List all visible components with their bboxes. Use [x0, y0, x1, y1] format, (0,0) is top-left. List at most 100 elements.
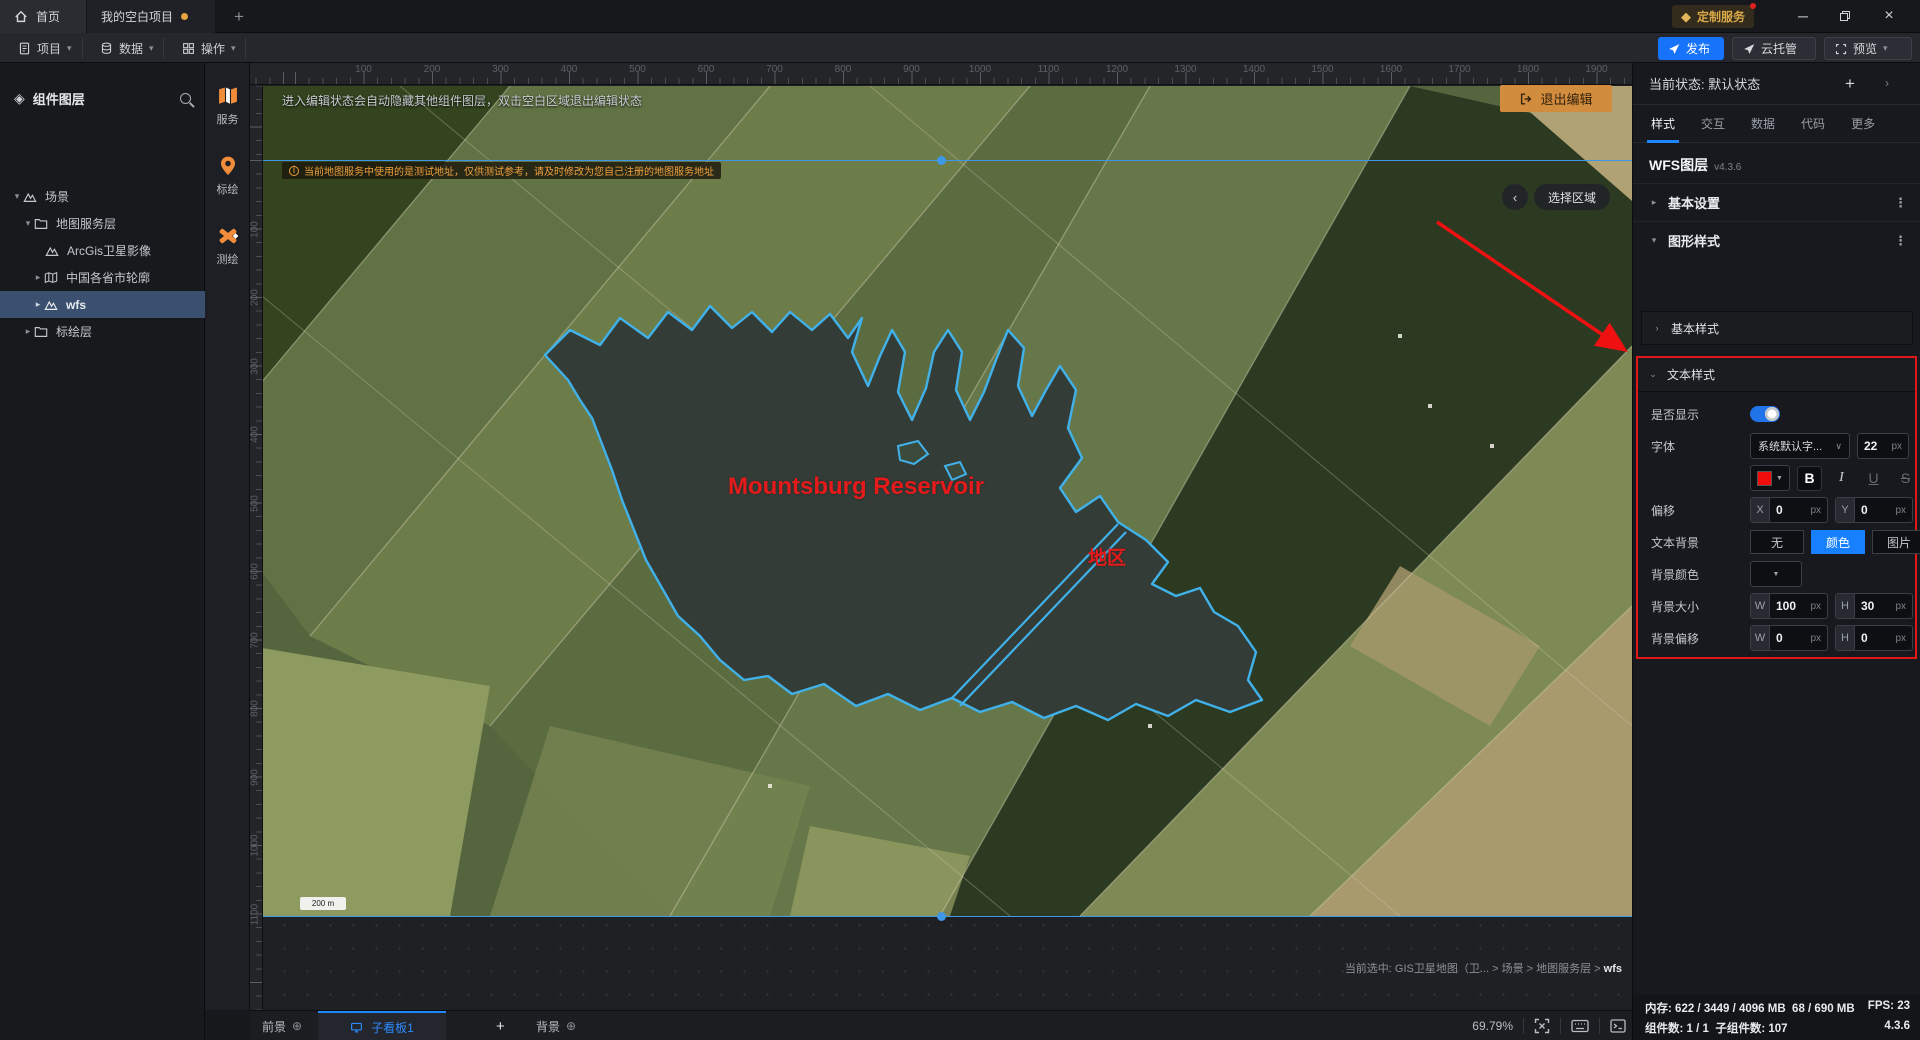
- board-tab[interactable]: 子看板1: [318, 1011, 446, 1040]
- memory-status: 内存: 622 / 3449 / 4096 MB 68 / 690 MB: [1645, 1000, 1855, 1016]
- close-button[interactable]: ×: [1876, 5, 1902, 27]
- background-button[interactable]: 背景⊕: [536, 1011, 576, 1040]
- tab-interaction[interactable]: 交互: [1701, 115, 1725, 132]
- caret-right-icon[interactable]: ▸: [23, 326, 33, 337]
- w-chip: W: [1751, 626, 1770, 650]
- state-label: 当前状态: 默认状态: [1649, 74, 1760, 93]
- ruler-vertical: 10020030040050060070080090010001100: [250, 86, 263, 1010]
- caret-right-icon[interactable]: ▸: [33, 299, 43, 310]
- caret-down-icon[interactable]: ▾: [23, 218, 33, 229]
- text-style-fold[interactable]: ⌄ 文本样式: [1638, 358, 1915, 392]
- exit-icon: [1519, 92, 1533, 106]
- tab-home[interactable]: 首页: [0, 0, 86, 33]
- bg-none-option[interactable]: 无: [1750, 530, 1804, 554]
- mountain-icon: [43, 297, 59, 313]
- add-circle-icon[interactable]: ⊕: [566, 1019, 576, 1033]
- row-visible: 是否显示: [1638, 398, 1915, 430]
- bg-offset-h-value: 0: [1861, 631, 1868, 645]
- bg-color-option[interactable]: 颜色: [1811, 530, 1865, 554]
- cloud-hosting-button[interactable]: 云托管: [1732, 37, 1816, 60]
- preview-button[interactable]: 预览▾: [1824, 37, 1912, 60]
- bg-width-input[interactable]: W100px: [1750, 593, 1828, 619]
- foreground-button[interactable]: 前景⊕: [262, 1011, 302, 1040]
- tab-data[interactable]: 数据: [1751, 115, 1775, 132]
- collapse-left-button[interactable]: ‹: [1502, 184, 1528, 210]
- add-circle-icon[interactable]: ⊕: [292, 1019, 302, 1033]
- map-canvas[interactable]: [250, 86, 1632, 916]
- new-tab-button[interactable]: +: [228, 6, 250, 28]
- chevron-right-icon[interactable]: ›: [1885, 76, 1889, 90]
- select-region-button[interactable]: 选择区域: [1534, 184, 1610, 210]
- menu-project-label: 项目: [37, 40, 61, 57]
- ruler-label: 900: [250, 764, 261, 790]
- section-graphic-style[interactable]: ▾ 图形样式 ⋮: [1633, 221, 1920, 259]
- bg-image-option[interactable]: 图片: [1872, 530, 1920, 554]
- tree-item-scene[interactable]: ▾ 场景: [0, 183, 205, 210]
- tree-item-arcgis[interactable]: ArcGis卫星影像: [0, 237, 205, 264]
- publish-button[interactable]: 发布: [1658, 37, 1724, 60]
- fit-screen-icon[interactable]: [1534, 1018, 1550, 1034]
- ruler-label: 600: [698, 64, 715, 75]
- tree-item-plot-layer[interactable]: ▸ 标绘层: [0, 318, 205, 345]
- exit-edit-button[interactable]: 退出编辑: [1500, 85, 1612, 112]
- menu-operation[interactable]: 操作▾: [170, 33, 248, 63]
- tool-plot[interactable]: 标绘: [205, 155, 250, 207]
- editor-stage[interactable]: 1002003004005006007008009001000110012001…: [250, 63, 1632, 1010]
- basic-style-fold[interactable]: › 基本样式: [1641, 311, 1913, 345]
- custom-service-label: 定制服务: [1697, 8, 1745, 25]
- tree-item-china-outline[interactable]: ▸ 中国各省市轮廓: [0, 264, 205, 291]
- selection-handle-top[interactable]: [937, 156, 946, 165]
- tab-more[interactable]: 更多: [1851, 115, 1875, 132]
- more-options-icon[interactable]: ⋮: [1894, 233, 1907, 249]
- frame-icon: [1835, 43, 1847, 55]
- bg-color-picker[interactable]: ▼: [1750, 561, 1802, 587]
- add-state-button[interactable]: +: [1845, 74, 1855, 94]
- h-chip: H: [1836, 594, 1855, 618]
- tab-code[interactable]: 代码: [1801, 115, 1825, 132]
- strikethrough-button[interactable]: S: [1893, 466, 1918, 491]
- caret-right-icon[interactable]: ▸: [33, 272, 43, 283]
- underline-button[interactable]: U: [1861, 466, 1886, 491]
- tree-item-label: 地图服务层: [56, 215, 116, 232]
- font-color-picker[interactable]: ▼: [1750, 465, 1790, 491]
- titlebar: 首页 我的空白项目 + ◆ 定制服务 ─ ×: [0, 0, 1920, 33]
- ruler-label: 400: [561, 64, 578, 75]
- menu-data[interactable]: 数据▾: [88, 33, 166, 63]
- selection-handle-bottom[interactable]: [937, 912, 946, 921]
- terminal-icon[interactable]: [1610, 1019, 1626, 1033]
- bg-offset-w-input[interactable]: W0px: [1750, 625, 1828, 651]
- menu-divider: [245, 38, 246, 58]
- caret-down-icon[interactable]: ▾: [12, 191, 22, 202]
- px-unit: px: [1810, 633, 1821, 644]
- offset-x-input[interactable]: X0px: [1750, 497, 1828, 523]
- restore-button[interactable]: [1832, 5, 1858, 27]
- bold-button[interactable]: B: [1797, 466, 1822, 491]
- search-icon[interactable]: [180, 93, 191, 104]
- tab-style[interactable]: 样式: [1651, 115, 1675, 132]
- basic-style-label: 基本样式: [1671, 320, 1719, 337]
- zoom-percent[interactable]: 69.79%: [1472, 1019, 1513, 1033]
- section-basic-settings[interactable]: ▸ 基本设置 ⋮: [1633, 183, 1920, 221]
- bg-offset-h-input[interactable]: H0px: [1835, 625, 1913, 651]
- text-style-highlight-box: ⌄ 文本样式 是否显示 字体 系统默认字...∨ 22px ▼ B I: [1636, 356, 1917, 659]
- tree-item-wfs[interactable]: ▸ wfs: [0, 291, 205, 318]
- italic-button[interactable]: I: [1829, 466, 1854, 491]
- board-icon: [350, 1021, 363, 1034]
- tool-survey[interactable]: 测绘: [205, 225, 250, 277]
- tab-project[interactable]: 我的空白项目: [87, 0, 215, 33]
- add-board-button[interactable]: +: [496, 1011, 505, 1040]
- breadcrumb-path: 当前选中: GIS卫星地图（卫... > 场景 > 地图服务层 >: [1345, 963, 1604, 975]
- ruler-label: 1700: [1448, 64, 1470, 75]
- minimize-button[interactable]: ─: [1790, 5, 1816, 27]
- menu-project[interactable]: 项目▾: [6, 33, 84, 63]
- keyboard-icon[interactable]: [1571, 1019, 1589, 1033]
- tool-service[interactable]: 服务: [205, 85, 250, 137]
- visible-toggle[interactable]: [1750, 406, 1780, 422]
- offset-y-input[interactable]: Y0px: [1835, 497, 1913, 523]
- font-size-input[interactable]: 22px: [1857, 433, 1909, 459]
- custom-service-badge[interactable]: ◆ 定制服务: [1672, 5, 1754, 28]
- bg-height-input[interactable]: H30px: [1835, 593, 1913, 619]
- more-options-icon[interactable]: ⋮: [1894, 195, 1907, 211]
- tree-item-map-service-layer[interactable]: ▾ 地图服务层: [0, 210, 205, 237]
- font-family-select[interactable]: 系统默认字...∨: [1750, 433, 1850, 459]
